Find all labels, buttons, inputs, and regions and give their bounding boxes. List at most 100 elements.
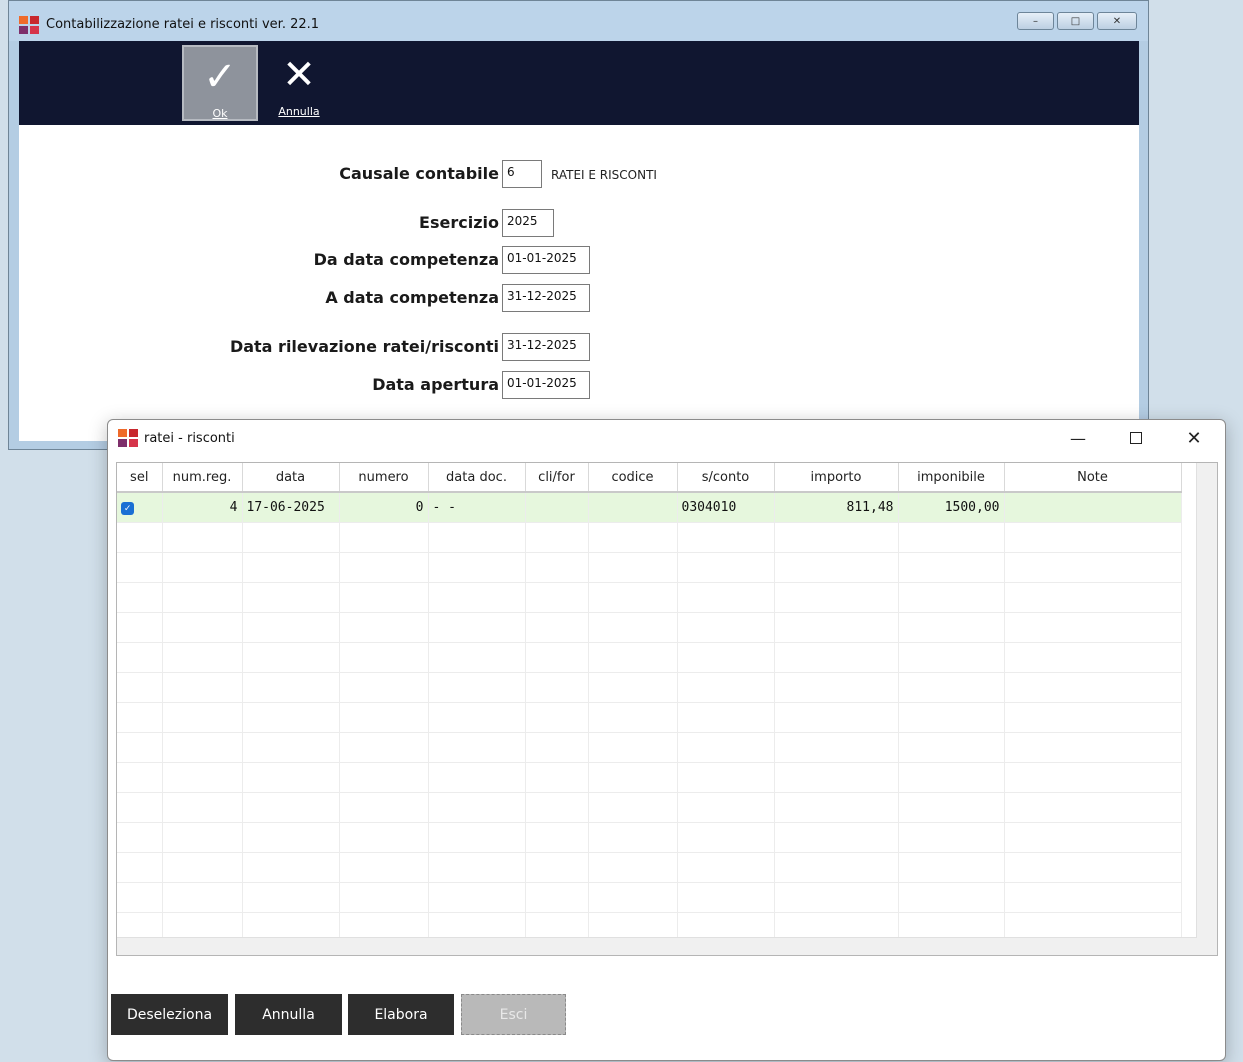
empty-cell	[117, 522, 163, 553]
empty-cell	[339, 852, 429, 883]
column-header-note[interactable]: Note	[1004, 463, 1182, 493]
maximize-button[interactable]	[1113, 420, 1159, 456]
checkmark-icon: ✓	[203, 54, 237, 100]
empty-cell	[162, 852, 243, 883]
empty-cell	[162, 792, 243, 823]
ok-label: Ok	[212, 107, 228, 120]
empty-cell	[1004, 612, 1182, 643]
column-header-data[interactable]: data	[242, 463, 340, 493]
causale-label: Causale contabile	[339, 164, 499, 183]
empty-cell	[525, 882, 589, 913]
empty-cell	[339, 522, 429, 553]
sel-cell[interactable]: ✓	[117, 492, 163, 523]
annulla-button[interactable]: ✕ Annulla	[261, 45, 337, 121]
column-header-num-reg[interactable]: num.reg.	[162, 463, 243, 493]
importo-cell: 811,48	[774, 492, 899, 523]
column-header-numero[interactable]: numero	[339, 463, 429, 493]
column-header-data-doc[interactable]: data doc.	[428, 463, 526, 493]
ratei-risconti-dialog: ratei - risconti — ✕ sel num.reg. data n…	[107, 419, 1226, 1061]
empty-cell	[339, 792, 429, 823]
empty-cell	[162, 582, 243, 613]
empty-cell	[117, 822, 163, 853]
column-header-s-conto[interactable]: s/conto	[677, 463, 775, 493]
causale-field[interactable]: 6	[502, 160, 542, 188]
empty-cell	[428, 552, 526, 583]
empty-cell	[898, 612, 1005, 643]
empty-cell	[242, 612, 340, 643]
grid-header-row: sel num.reg. data numero data doc. cli/f…	[117, 463, 1182, 493]
empty-cell	[588, 552, 678, 583]
empty-cell	[525, 552, 589, 583]
main-window: Contabilizzazione ratei e risconti ver. …	[8, 0, 1149, 450]
empty-cell	[898, 852, 1005, 883]
window-title: Contabilizzazione ratei e risconti ver. …	[46, 17, 320, 32]
maximize-icon	[1130, 432, 1142, 444]
close-button[interactable]: ✕	[1097, 12, 1137, 30]
empty-cell	[898, 792, 1005, 823]
empty-cell	[339, 732, 429, 763]
esci-button[interactable]: Esci	[461, 994, 566, 1035]
empty-cell	[117, 762, 163, 793]
da-data-competenza-field[interactable]: 01-01-2025	[502, 246, 590, 274]
empty-table-row	[117, 702, 1182, 733]
empty-cell	[339, 882, 429, 913]
ratei-risconti-grid[interactable]: sel num.reg. data numero data doc. cli/f…	[116, 462, 1218, 956]
horizontal-scrollbar[interactable]	[117, 937, 1197, 955]
empty-table-row	[117, 732, 1182, 763]
empty-cell	[428, 792, 526, 823]
maximize-button[interactable]: □	[1057, 12, 1094, 30]
empty-cell	[242, 552, 340, 583]
table-row[interactable]: ✓ 4 17-06-2025 0 - - 0304010 811,48 1500…	[117, 492, 1182, 523]
annulla-button[interactable]: Annulla	[235, 994, 342, 1035]
empty-cell	[162, 822, 243, 853]
empty-cell	[428, 642, 526, 673]
minimize-button[interactable]: —	[1055, 420, 1101, 456]
empty-cell	[677, 822, 775, 853]
data-doc-cell: - -	[428, 492, 526, 523]
empty-cell	[774, 852, 899, 883]
data-cell: 17-06-2025	[242, 492, 340, 523]
empty-cell	[117, 642, 163, 673]
elabora-button[interactable]: Elabora	[348, 994, 454, 1035]
close-button[interactable]: ✕	[1171, 420, 1217, 456]
empty-table-row	[117, 612, 1182, 643]
empty-table-row	[117, 822, 1182, 853]
vertical-scrollbar[interactable]	[1196, 463, 1217, 955]
column-header-sel[interactable]: sel	[117, 463, 163, 493]
numero-cell: 0	[339, 492, 429, 523]
data-apertura-field[interactable]: 01-01-2025	[502, 371, 590, 399]
empty-cell	[525, 822, 589, 853]
empty-cell	[1004, 822, 1182, 853]
checkbox-checked-icon[interactable]: ✓	[121, 502, 134, 516]
column-header-cli-for[interactable]: cli/for	[525, 463, 589, 493]
main-window-titlebar[interactable]: Contabilizzazione ratei e risconti ver. …	[9, 1, 1148, 41]
empty-cell	[1004, 522, 1182, 553]
dialog-titlebar[interactable]: ratei - risconti — ✕	[108, 420, 1225, 456]
empty-cell	[898, 732, 1005, 763]
empty-cell	[588, 822, 678, 853]
column-header-imponibile[interactable]: imponibile	[898, 463, 1005, 493]
empty-cell	[588, 852, 678, 883]
empty-table-row	[117, 762, 1182, 793]
empty-cell	[1004, 672, 1182, 703]
empty-table-row	[117, 582, 1182, 613]
empty-cell	[339, 822, 429, 853]
empty-cell	[774, 582, 899, 613]
deseleziona-button[interactable]: Deseleziona	[111, 994, 228, 1035]
empty-cell	[898, 672, 1005, 703]
column-header-importo[interactable]: importo	[774, 463, 899, 493]
ok-button[interactable]: ✓ Ok	[182, 45, 258, 121]
column-header-codice[interactable]: codice	[588, 463, 678, 493]
a-data-competenza-field[interactable]: 31-12-2025	[502, 284, 590, 312]
empty-cell	[677, 882, 775, 913]
minimize-button[interactable]: –	[1017, 12, 1054, 30]
empty-cell	[1004, 792, 1182, 823]
empty-cell	[117, 792, 163, 823]
empty-cell	[588, 672, 678, 703]
empty-cell	[428, 612, 526, 643]
empty-cell	[339, 582, 429, 613]
empty-table-row	[117, 792, 1182, 823]
close-icon: ✕	[282, 52, 316, 98]
data-rilevazione-field[interactable]: 31-12-2025	[502, 333, 590, 361]
esercizio-field[interactable]: 2025	[502, 209, 554, 237]
